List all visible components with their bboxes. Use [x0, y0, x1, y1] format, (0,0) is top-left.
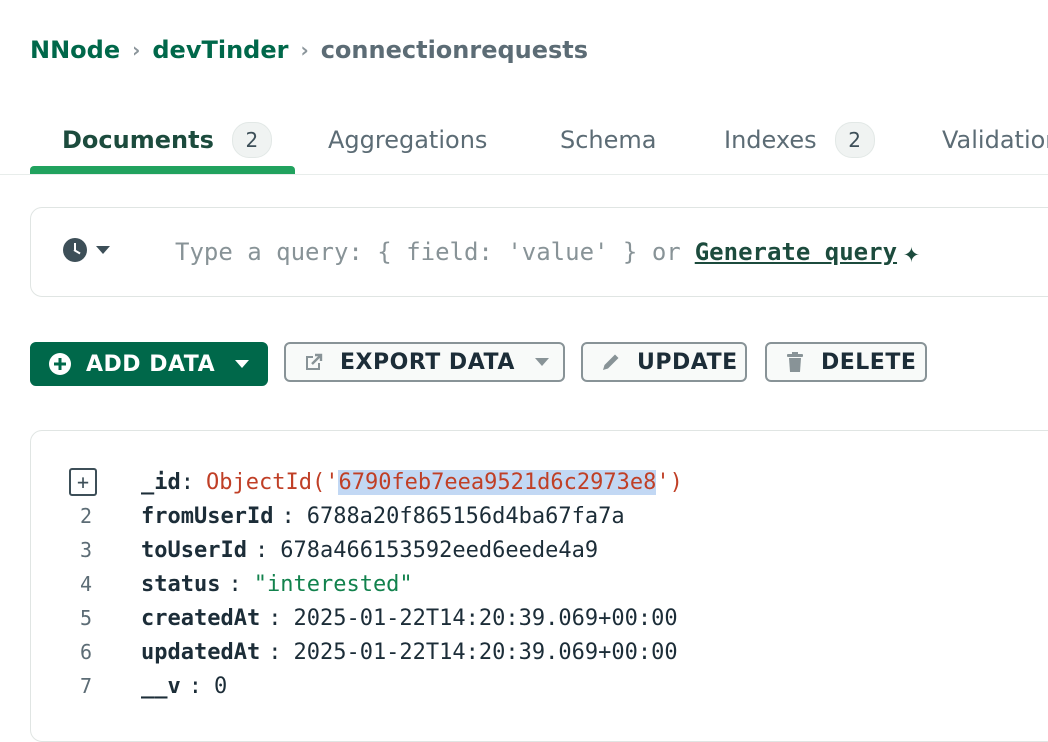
breadcrumb-database[interactable]: devTinder — [152, 36, 288, 64]
field-key: createdAt — [141, 605, 261, 631]
field-colon: : — [254, 537, 269, 563]
query-input[interactable]: Type a query: { field: 'value' } or Gene… — [175, 234, 920, 270]
field-row: __v : 0 — [141, 674, 227, 699]
tab-validation[interactable]: Validation — [942, 108, 1048, 172]
tab-indexes[interactable]: Indexes 2 — [724, 108, 875, 172]
field-colon: : — [180, 469, 194, 495]
field-row: _id : ObjectId(' 6790feb7eea9521d6c2973e8… — [141, 469, 683, 495]
field-value[interactable]: "interested" — [254, 572, 413, 597]
tab-schema[interactable]: Schema — [560, 108, 657, 172]
field-colon: : — [268, 639, 282, 665]
expand-icon[interactable]: + — [69, 468, 97, 496]
export-icon — [302, 350, 326, 374]
objectid-suffix: ') — [656, 469, 683, 495]
delete-button[interactable]: DELETE — [765, 342, 927, 382]
field-colon: : — [228, 571, 242, 597]
field-colon: : — [188, 673, 202, 699]
objectid-prefix: ObjectId(' — [206, 469, 339, 495]
field-value[interactable]: 0 — [214, 674, 227, 699]
line-number: 3 — [79, 538, 93, 562]
field-key: _id — [141, 469, 181, 495]
breadcrumb-collection: connectionrequests — [320, 36, 589, 64]
objectid-value: 6790feb7eea9521d6c2973e8 — [338, 469, 657, 495]
query-history-button[interactable] — [63, 238, 110, 262]
clock-icon — [63, 238, 87, 262]
field-colon: : — [268, 605, 282, 631]
chevron-right-icon: › — [132, 38, 141, 62]
line-number: 7 — [79, 674, 93, 698]
query-bar: Type a query: { field: 'value' } or Gene… — [30, 207, 1048, 297]
field-colon: : — [281, 503, 295, 529]
tab-label: Documents — [62, 126, 214, 154]
caret-down-icon — [235, 360, 250, 368]
field-value[interactable]: 6788a20f865156d4ba67fa7a — [307, 504, 625, 529]
field-row: createdAt : 2025-01-22T14:20:39.069+00:0… — [141, 606, 678, 631]
tab-label: Validation — [942, 126, 1048, 154]
field-value[interactable]: 678a466153592eed6eede4a9 — [280, 538, 598, 563]
update-label: UPDATE — [637, 349, 738, 375]
tab-documents[interactable]: Documents 2 — [62, 108, 272, 172]
export-data-label: EXPORT DATA — [340, 349, 515, 375]
tab-label: Schema — [560, 126, 657, 154]
field-key: updatedAt — [141, 639, 261, 665]
trash-icon — [783, 350, 807, 374]
field-value[interactable]: 2025-01-22T14:20:39.069+00:00 — [293, 606, 677, 631]
field-row: updatedAt : 2025-01-22T14:20:39.069+00:0… — [141, 640, 678, 665]
breadcrumb: NNode › devTinder › connectionrequests — [30, 33, 588, 67]
query-placeholder: Type a query: { field: 'value' } or — [175, 238, 681, 266]
sparkle-icon: ✦ — [903, 235, 920, 269]
tab-aggregations[interactable]: Aggregations — [328, 108, 487, 172]
field-key: status — [141, 571, 221, 597]
field-row: status : "interested" — [141, 572, 413, 597]
caret-down-icon — [96, 246, 110, 254]
line-number: 5 — [79, 606, 93, 630]
add-data-button[interactable]: ADD DATA — [30, 342, 268, 386]
export-data-button[interactable]: EXPORT DATA — [284, 342, 565, 382]
field-row: fromUserId : 6788a20f865156d4ba67fa7a — [141, 504, 625, 529]
caret-down-icon — [534, 358, 549, 366]
line-number: 2 — [79, 504, 93, 528]
update-button[interactable]: UPDATE — [581, 342, 747, 382]
line-number: 4 — [79, 572, 93, 596]
tab-label: Aggregations — [328, 126, 488, 154]
line-number: 6 — [79, 640, 93, 664]
count-badge: 2 — [231, 122, 272, 158]
delete-label: DELETE — [821, 349, 917, 375]
field-key: fromUserId — [141, 503, 274, 529]
plus-circle-icon — [48, 352, 72, 376]
pencil-icon — [599, 350, 623, 374]
field-row: toUserId : 678a466153592eed6eede4a9 — [141, 538, 598, 563]
field-value[interactable]: 2025-01-22T14:20:39.069+00:00 — [293, 640, 677, 665]
breadcrumb-connection[interactable]: NNode — [30, 36, 120, 64]
count-badge: 2 — [834, 122, 875, 158]
document-card: + _id : ObjectId(' 6790feb7eea9521d6c2973… — [30, 430, 1048, 742]
field-key: toUserId — [141, 537, 247, 563]
chevron-right-icon: › — [300, 38, 309, 62]
tab-label: Indexes — [724, 126, 817, 154]
field-key: __v — [141, 673, 181, 699]
generate-query-link[interactable]: Generate query — [695, 238, 897, 266]
active-tab-indicator — [30, 166, 295, 174]
collection-tabs: Documents 2 Aggregations Schema Indexes … — [0, 108, 1048, 175]
add-data-label: ADD DATA — [86, 351, 216, 377]
